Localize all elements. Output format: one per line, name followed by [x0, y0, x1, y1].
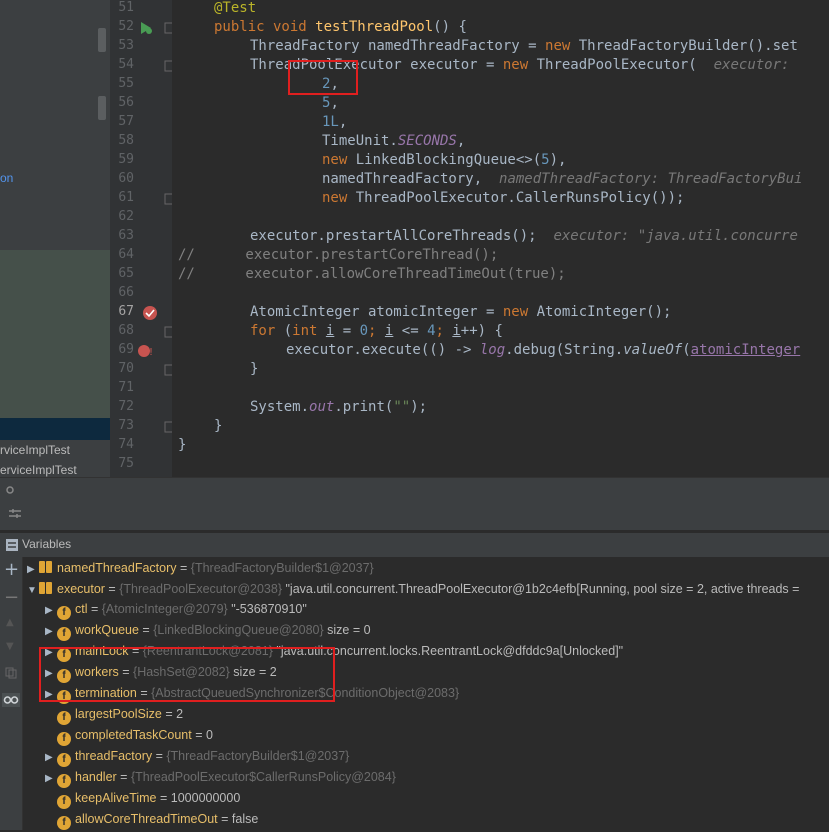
line-number: 56 — [118, 95, 134, 110]
expand-icon[interactable]: ▶ — [45, 752, 57, 763]
svg-text:!: ! — [149, 347, 153, 358]
line-number: 60 — [118, 171, 134, 186]
annotation-box — [288, 60, 358, 95]
field-icon: f — [57, 606, 71, 620]
variable-row[interactable]: f keepAliveTime = 1000000000 — [45, 791, 240, 811]
field-icon: f — [57, 753, 71, 767]
expand-icon[interactable]: ▶ — [45, 605, 57, 616]
show-watches-icon[interactable] — [2, 693, 20, 707]
debugger-toolbar — [0, 477, 829, 530]
line-number: 65 — [118, 266, 134, 281]
remove-watch-icon[interactable]: − — [4, 587, 19, 608]
variable-row[interactable]: f completedTaskCount = 0 — [45, 728, 213, 748]
variables-side-toolbar: + − ▲ ▼ — [0, 557, 23, 830]
code-editor[interactable]: @Test public void testThreadPool() { Thr… — [172, 0, 829, 477]
code-line-53: ThreadFactory namedThreadFactory = new T… — [250, 38, 798, 54]
project-item[interactable]: erviceImplTest — [0, 463, 77, 477]
code-line-52: public void testThreadPool() { — [214, 19, 467, 35]
variable-row[interactable]: f allowCoreThreadTimeOut = false — [45, 812, 258, 832]
field-icon: f — [57, 795, 71, 809]
expand-icon[interactable]: ▶ — [45, 773, 57, 784]
expand-icon[interactable]: ▶ — [27, 564, 39, 575]
line-number: 55 — [118, 76, 134, 91]
annotation-box — [39, 647, 335, 702]
code-line-68: for (int i = 0; i <= 4; i++) { — [250, 323, 503, 339]
code-line-59: new LinkedBlockingQueue<>(5), — [322, 152, 567, 168]
line-number: 75 — [118, 456, 134, 471]
line-number: 73 — [118, 418, 134, 433]
object-icon — [39, 581, 53, 595]
line-number: 62 — [118, 209, 134, 224]
code-line-61: new ThreadPoolExecutor.CallerRunsPolicy(… — [322, 190, 685, 206]
line-number: 51 — [118, 0, 134, 15]
field-icon: f — [57, 732, 71, 746]
code-line-74: } — [178, 437, 187, 453]
add-watch-icon[interactable]: + — [4, 559, 19, 580]
code-line-57: 1L, — [322, 114, 348, 130]
expand-icon[interactable]: ▶ — [45, 626, 57, 637]
variable-row[interactable]: ▶ f workQueue = {LinkedBlockingQueue@2080}… — [45, 623, 371, 643]
code-line-51: @Test — [214, 0, 257, 16]
line-number: 70 — [118, 361, 134, 376]
move-up-icon[interactable]: ▲ — [6, 617, 14, 628]
code-line-67: AtomicInteger atomicInteger = new Atomic… — [250, 304, 672, 320]
editor-gutter: 51 52 53 54 55 56 57 58 59 60 61 62 63 6… — [110, 0, 174, 477]
code-line-60: namedThreadFactory, namedThreadFactory: … — [322, 171, 803, 187]
line-number: 63 — [118, 228, 134, 243]
line-number: 52 — [118, 19, 134, 34]
variable-row[interactable]: ▶ f ctl = {AtomicInteger@2079} "-536870910… — [45, 602, 307, 622]
line-number: 71 — [118, 380, 134, 395]
variable-row[interactable]: f largestPoolSize = 2 — [45, 707, 183, 727]
layout-icon[interactable] — [8, 508, 22, 520]
field-icon: f — [57, 711, 71, 725]
line-number: 64 — [118, 247, 134, 262]
object-icon — [39, 560, 53, 574]
code-line-65: // executor.allowCoreThreadTimeOut(true)… — [178, 266, 566, 282]
line-number: 61 — [118, 190, 134, 205]
variable-row[interactable]: ▶ namedThreadFactory = {ThreadFactoryBuil… — [27, 560, 374, 580]
settings-icon[interactable] — [4, 484, 16, 496]
breakpoint-icon[interactable] — [142, 305, 158, 321]
code-line-70: } — [250, 361, 259, 377]
run-test-icon[interactable] — [138, 20, 154, 36]
variable-row[interactable]: ▶ f threadFactory = {ThreadFactoryBuilder$… — [45, 749, 349, 769]
field-icon: f — [57, 627, 71, 641]
line-number: 67 — [118, 304, 134, 319]
code-line-63: executor.prestartAllCoreThreads(); execu… — [250, 228, 798, 244]
copy-icon[interactable] — [5, 667, 17, 679]
line-number: 57 — [118, 114, 134, 129]
variables-header: Variables — [0, 532, 829, 558]
variables-title: Variables — [22, 537, 72, 551]
project-panel: on rviceImplTest erviceImplTest — [0, 0, 110, 477]
code-line-64: // executor.prestartCoreThread(); — [178, 247, 499, 263]
line-number: 68 — [118, 323, 134, 338]
field-icon: f — [57, 774, 71, 788]
line-number: 53 — [118, 38, 134, 53]
line-number: 69 — [118, 342, 134, 357]
move-down-icon[interactable]: ▼ — [6, 641, 14, 652]
field-icon: f — [57, 816, 71, 830]
line-number: 72 — [118, 399, 134, 414]
line-number: 54 — [118, 57, 134, 72]
code-line-73: } — [214, 418, 223, 434]
line-number: 58 — [118, 133, 134, 148]
code-line-56: 5, — [322, 95, 339, 111]
line-number: 66 — [118, 285, 134, 300]
variable-row[interactable]: ▼ executor = {ThreadPoolExecutor@2038} "j… — [27, 581, 799, 601]
project-selected-row[interactable] — [0, 418, 110, 440]
line-number: 59 — [118, 152, 134, 167]
variable-row[interactable]: ▶ f handler = {ThreadPoolExecutor$CallerRu… — [45, 770, 396, 790]
variables-icon — [6, 539, 18, 551]
lambda-breakpoint-icon[interactable]: ! — [136, 343, 156, 359]
code-line-72: System.out.print(""); — [250, 399, 428, 415]
code-line-69: executor.execute(() -> log.debug(String.… — [286, 342, 801, 358]
project-green-area — [0, 250, 110, 418]
code-line-58: TimeUnit.SECONDS, — [322, 133, 466, 149]
project-item[interactable]: on — [0, 171, 13, 185]
collapse-icon[interactable]: ▼ — [27, 585, 39, 596]
project-item[interactable]: rviceImplTest — [0, 443, 70, 457]
line-number: 74 — [118, 437, 134, 452]
